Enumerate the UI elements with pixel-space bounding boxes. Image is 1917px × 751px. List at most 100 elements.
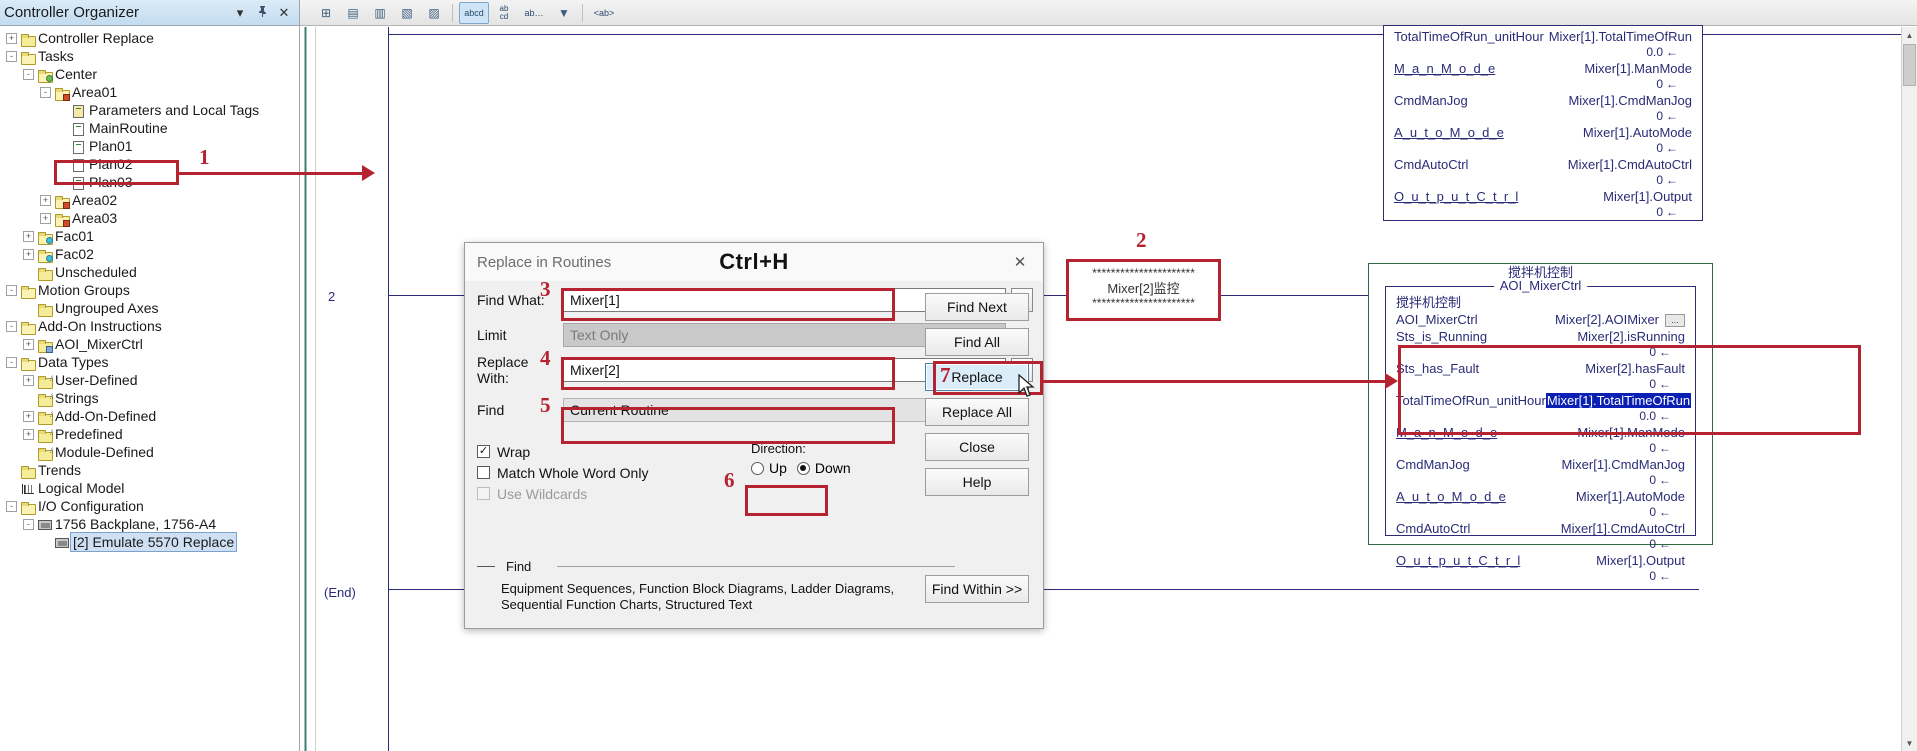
tree-item-1756-backplane-1756-a4[interactable]: - 1756 Backplane, 1756-A4 <box>0 515 299 533</box>
scrollbar-thumb[interactable] <box>1903 44 1916 86</box>
tree-item-area01[interactable]: - Area01 <box>0 83 299 101</box>
find-within-button[interactable]: Find Within >> <box>925 575 1029 603</box>
collapse-icon[interactable]: - <box>6 284 17 296</box>
tag-brackets-icon[interactable]: <ab> <box>589 2 619 24</box>
checkbox-match-whole-word-only[interactable]: Match Whole Word Only <box>477 462 727 483</box>
tree-item-motion-groups[interactable]: - Motion Groups <box>0 281 299 299</box>
abcd-icon[interactable]: abcd <box>459 1 489 24</box>
tree-item-i-o-configuration[interactable]: - I/O Configuration <box>0 497 299 515</box>
page-title: Controller Organizer <box>4 4 140 21</box>
aoi-pin-tag: Mixer[2].AOIMixer <box>1554 312 1659 327</box>
shortcut-hint: Ctrl+H <box>719 249 789 274</box>
tree-item-mainroutine[interactable]: MainRoutine <box>0 119 299 137</box>
aoi-pin-row: TotalTimeOfRun_unitHour Mixer[1].TotalTim… <box>1384 28 1702 45</box>
branch-level-icon[interactable]: ▧ <box>395 2 419 24</box>
expand-icon[interactable]: + <box>6 32 17 44</box>
tree-item-trends[interactable]: Trends <box>0 461 299 479</box>
find-scope-value: Current Routine <box>570 402 669 418</box>
arrow-left-icon: ← <box>1659 537 1671 551</box>
pin-icon[interactable] <box>251 5 273 20</box>
tree-item-fac01[interactable]: + Fac01 <box>0 227 299 245</box>
tree-item-predefined[interactable]: + ⁝⁞ Predefined <box>0 425 299 443</box>
expand-icon[interactable]: + <box>23 248 34 260</box>
dropdown-icon[interactable]: ▾ <box>229 5 251 21</box>
tree-item-user-defined[interactable]: + ⁝⁞ User-Defined <box>0 371 299 389</box>
tree-item-area03[interactable]: + Area03 <box>0 209 299 227</box>
project-tree[interactable]: + Controller Replace - Tasks - Center - Area01 P… <box>0 27 299 751</box>
arrow-left-icon: ← <box>1659 569 1671 583</box>
aoi-expand-button[interactable]: ... <box>1665 314 1685 328</box>
find-next-label: Find Next <box>947 299 1007 315</box>
replace-in-routines-dialog[interactable]: Replace in Routines Ctrl+H ✕ Find What: … <box>464 242 1044 629</box>
radio-icon[interactable] <box>796 461 810 475</box>
ab-ellipsis-icon[interactable]: ab… <box>519 2 549 24</box>
expand-icon[interactable]: + <box>23 374 34 386</box>
expand-icon[interactable]: + <box>40 212 51 224</box>
collapse-icon[interactable]: - <box>23 68 34 80</box>
tree-item-ungrouped-axes[interactable]: Ungrouped Axes <box>0 299 299 317</box>
collapse-icon[interactable]: - <box>6 500 17 512</box>
aoi-pin-tag: Mixer[1].Output <box>1596 553 1685 568</box>
tree-item-unscheduled[interactable]: Unscheduled <box>0 263 299 281</box>
rung-append-icon[interactable]: ▥ <box>368 2 392 24</box>
folder-program-icon <box>54 87 70 101</box>
tree-item-tasks[interactable]: - Tasks <box>0 47 299 65</box>
collapse-icon[interactable]: - <box>40 86 51 98</box>
tree-item-controller-replace[interactable]: + Controller Replace <box>0 29 299 47</box>
aoi-pin-value-text: 0.0 <box>1646 45 1663 59</box>
close-button[interactable]: Close <box>925 433 1029 461</box>
collapse-icon[interactable]: - <box>6 320 17 332</box>
collapse-icon[interactable]: - <box>6 356 17 368</box>
scroll-up-icon[interactable]: ▲ <box>1902 27 1917 43</box>
tree-item-icon <box>70 155 87 173</box>
editor-vertical-scrollbar[interactable]: ▲ ▼ <box>1901 27 1917 751</box>
tree-item-plan01[interactable]: Plan01 <box>0 137 299 155</box>
annotation-number-7: 7 <box>940 363 951 387</box>
tree-item-2-emulate-5570-replace[interactable]: [2] Emulate 5570 Replace <box>0 532 299 552</box>
aoi-pin-value: 0 ← <box>1386 537 1695 552</box>
tree-item-fac02[interactable]: + Fac02 <box>0 245 299 263</box>
checkbox-icon[interactable]: ✓ <box>477 445 490 458</box>
tree-item-module-defined[interactable]: ⁝⁞ Module-Defined <box>0 443 299 461</box>
dropdown-arrow-icon[interactable]: ▼ <box>552 2 576 24</box>
help-button[interactable]: Help <box>925 468 1029 496</box>
expand-icon[interactable]: + <box>23 410 34 422</box>
close-icon[interactable]: ✕ <box>1003 249 1037 275</box>
tree-item-plan03[interactable]: Plan03 <box>0 173 299 191</box>
scroll-down-icon[interactable]: ▼ <box>1902 735 1917 751</box>
expand-icon[interactable]: + <box>23 428 34 440</box>
collapse-icon[interactable]: - <box>6 50 17 62</box>
radio-icon[interactable] <box>751 461 764 475</box>
tree-item-parameters-and-local-tags[interactable]: Parameters and Local Tags <box>0 101 299 119</box>
tree-item-logical-model[interactable]: Logical Model <box>0 479 299 497</box>
tree-item-icon: ⁝⁞ <box>36 407 54 425</box>
tree-item-add-on-defined[interactable]: + ⁝⁞ Add-On-Defined <box>0 407 299 425</box>
radio-down[interactable]: Down <box>796 460 851 476</box>
branch-extend-icon[interactable]: ▨ <box>422 2 446 24</box>
group-label: Find <box>501 559 537 574</box>
checkbox-icon[interactable] <box>477 466 490 479</box>
tree-item-add-on-instructions[interactable]: - Add-On Instructions <box>0 317 299 335</box>
replace-all-button[interactable]: Replace All <box>925 398 1029 426</box>
collapse-icon[interactable]: - <box>23 518 34 530</box>
branch-icon[interactable]: ⊞ <box>314 2 338 24</box>
tree-item-strings[interactable]: ⁝⁞ Strings <box>0 389 299 407</box>
tree-item-area02[interactable]: + Area02 <box>0 191 299 209</box>
tree-item-icon <box>19 461 36 479</box>
rung-insert-icon[interactable]: ▤ <box>341 2 365 24</box>
checkbox-wrap[interactable]: ✓ Wrap <box>477 441 727 462</box>
expand-icon[interactable]: + <box>23 338 34 350</box>
tree-item-center[interactable]: - Center <box>0 65 299 83</box>
radio-up[interactable]: Up <box>751 460 787 476</box>
arrow-left-icon: ← <box>1659 441 1671 455</box>
tree-item-plan02[interactable]: Plan02 <box>0 155 299 173</box>
close-icon[interactable]: ✕ <box>273 5 295 21</box>
find-all-button[interactable]: Find All <box>925 328 1029 356</box>
ab-cd-icon[interactable]: ab cd <box>492 2 516 24</box>
expand-icon[interactable]: + <box>23 230 34 242</box>
find-next-button[interactable]: Find Next <box>925 293 1029 321</box>
expand-icon[interactable]: + <box>40 194 51 206</box>
tree-item-data-types[interactable]: - Data Types <box>0 353 299 371</box>
tree-item-aoi-mixerctrl[interactable]: + AOI_MixerCtrl <box>0 335 299 353</box>
